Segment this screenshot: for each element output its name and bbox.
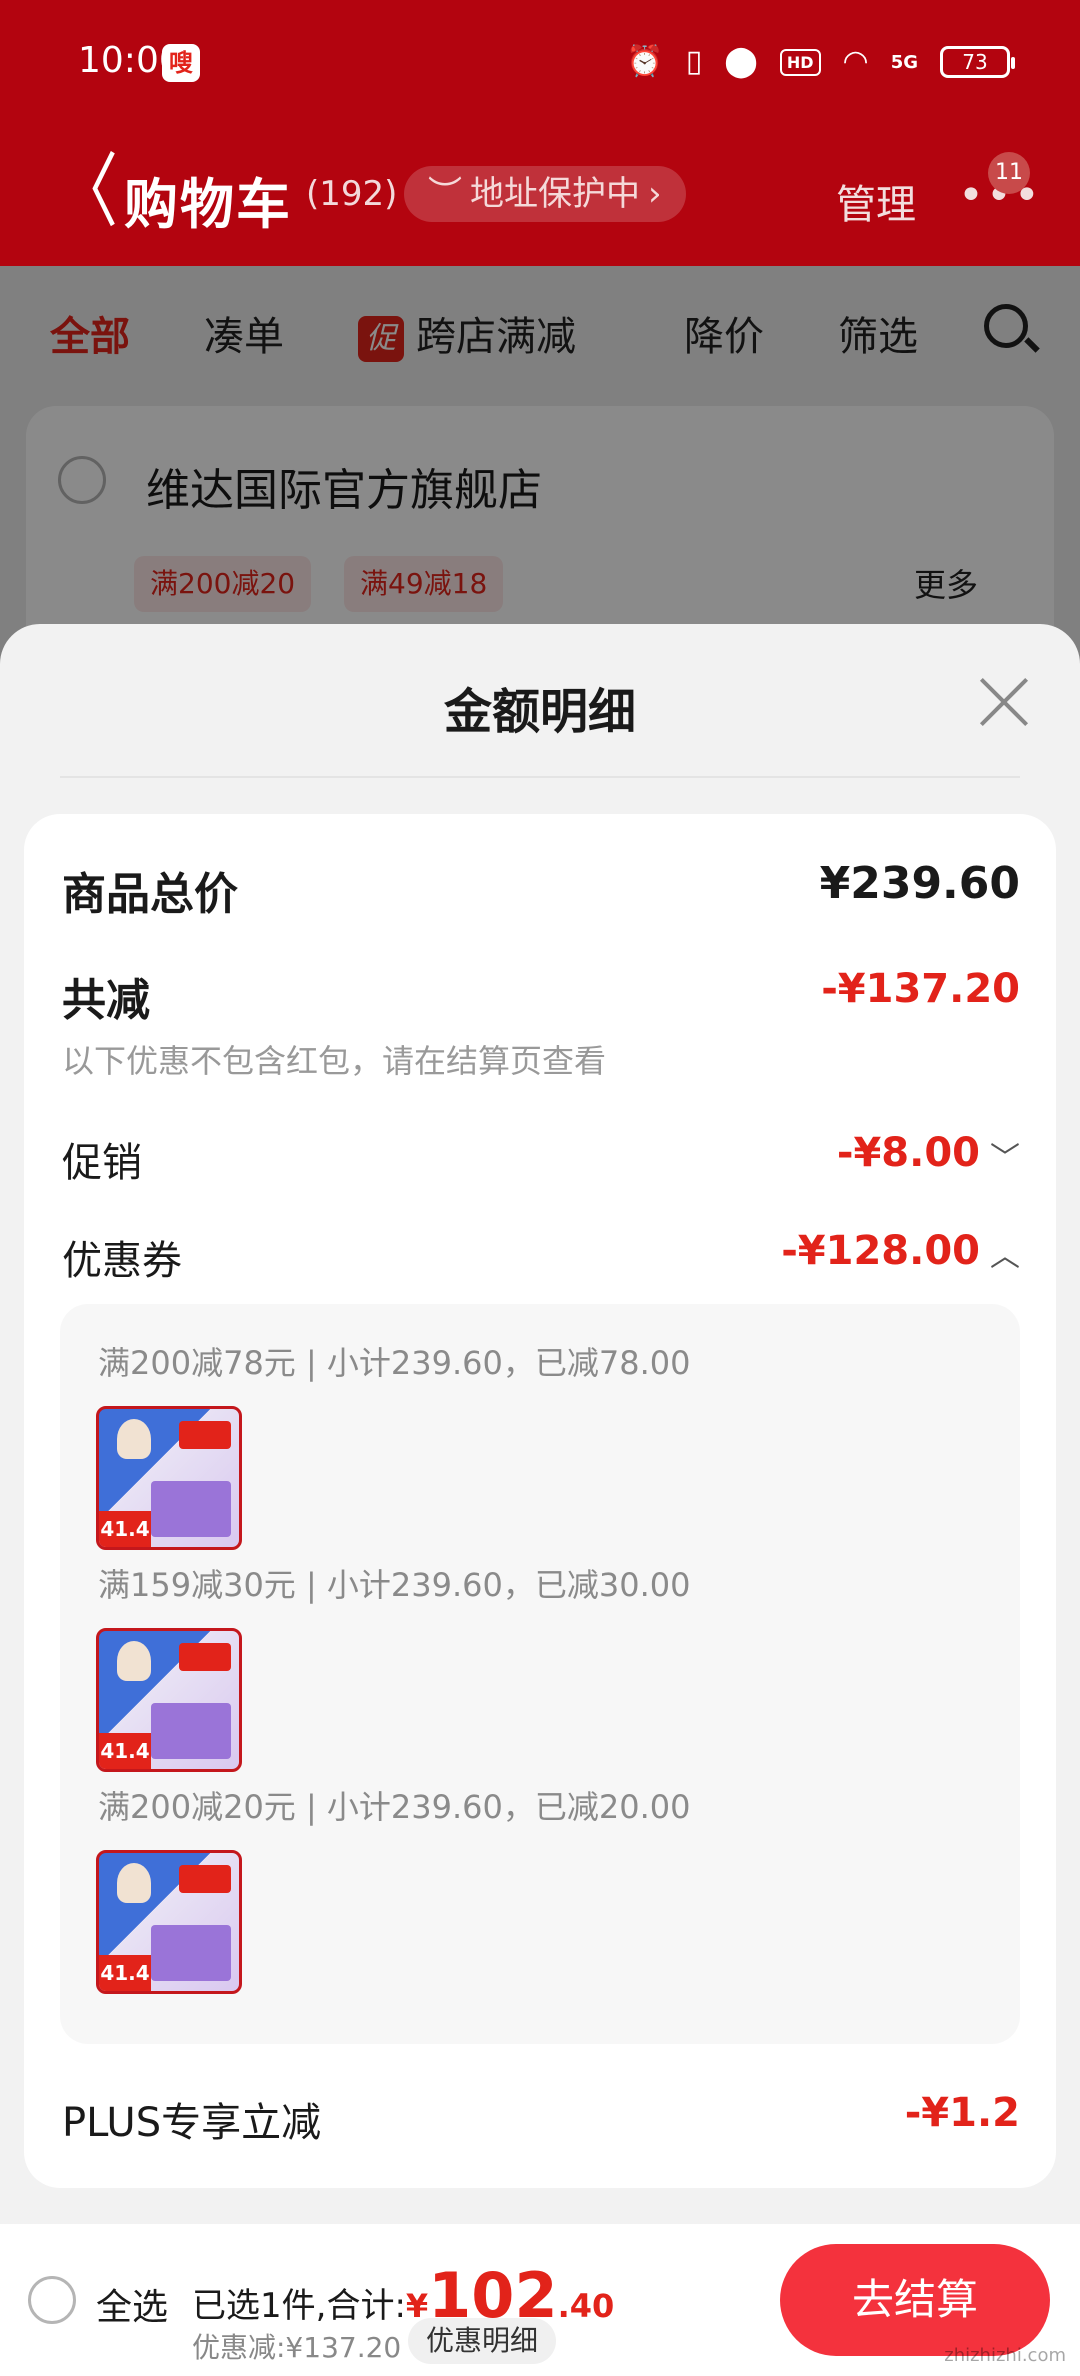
checkout-button[interactable]: 去结算 <box>780 2244 1050 2356</box>
vibrate-icon: ▯ <box>685 44 703 79</box>
total-integer: 102 <box>428 2259 558 2332</box>
close-icon[interactable] <box>974 672 1034 732</box>
coupon-row[interactable]: -¥128.00 ︿ <box>781 1228 1020 1275</box>
thumb-banner <box>179 1865 231 1893</box>
address-protection-pill[interactable]: ︶ 地址保护中 › <box>404 166 686 222</box>
total-price-label: 商品总价 <box>62 869 238 920</box>
status-icons: ⏰ ▯ ⬤ HD ◠ 5G 73 <box>626 42 1015 82</box>
product-thumbnail[interactable]: 41.4 <box>96 1628 242 1772</box>
product-thumbnail[interactable]: 41.4 <box>96 1406 242 1550</box>
thumb-banner <box>179 1643 231 1671</box>
discount-detail-button[interactable]: 优惠明细 <box>408 2318 557 2364</box>
thumb-model <box>117 1863 151 1903</box>
coupon-value: -¥128.00 <box>781 1228 980 1274</box>
app-notification-icon: 嗖 <box>162 44 200 82</box>
address-protection-label: 地址保护中 <box>470 174 640 214</box>
plus-label: PLUS专享立减 <box>62 2100 322 2146</box>
page-title: 购物车 <box>124 173 292 236</box>
thumb-model <box>117 1641 151 1681</box>
checkout-bar: 全选 已选1件,合计: ¥ 102 .40 优惠减:¥137.20 优惠明细 去… <box>0 2224 1080 2376</box>
coupon-detail-box: 满200减78元 | 小计239.60，已减78.00 41.4 满159减30… <box>60 1304 1020 2044</box>
cart-count: (192) <box>306 174 398 214</box>
alarm-icon: ⏰ <box>626 44 664 79</box>
thumb-banner <box>179 1421 231 1449</box>
coupon-detail-line: 满200减78元 | 小计239.60，已减78.00 <box>98 1344 691 1382</box>
manage-button[interactable]: 管理 <box>836 172 916 230</box>
chevron-down-icon: ﹀ <box>990 1141 1020 1176</box>
sheet-title: 金额明细 <box>443 684 636 740</box>
thumb-price: 41.4 <box>99 1511 151 1547</box>
divider <box>60 776 1020 778</box>
thumb-product <box>151 1481 231 1537</box>
total-reduce-value: -¥137.20 <box>821 966 1020 1012</box>
amount-detail-card: 商品总价 ¥239.60 共减 -¥137.20 以下优惠不包含红包，请在结算页… <box>24 814 1056 2188</box>
select-all-label[interactable]: 全选 <box>96 2278 168 2330</box>
wifi-icon: ◠ <box>842 44 869 79</box>
total-decimal: .40 <box>557 2287 615 2325</box>
selected-total: 已选1件,合计: ¥ 102 .40 <box>192 2259 615 2332</box>
chevron-right-icon: › <box>648 174 662 214</box>
plus-value: -¥1.2 <box>904 2090 1020 2136</box>
status-bar: 10:00 嗖 ⏰ ▯ ⬤ HD ◠ 5G 73 <box>0 0 1080 128</box>
select-all-radio[interactable] <box>28 2276 76 2324</box>
back-icon[interactable]: 〈 <box>56 151 118 232</box>
product-thumbnail[interactable]: 41.4 <box>96 1850 242 1994</box>
coupon-detail-line: 满200减20元 | 小计239.60，已减20.00 <box>98 1788 691 1826</box>
cart-header: 〈 购物车 (192) ︶ 地址保护中 › 管理 ••• 11 <box>0 128 1080 266</box>
thumb-product <box>151 1703 231 1759</box>
promo-row[interactable]: -¥8.00 ﹀ <box>837 1130 1020 1177</box>
battery-icon: 73 <box>940 46 1015 78</box>
location-icon: ⬤ <box>724 44 758 79</box>
thumb-model <box>117 1419 151 1459</box>
amount-detail-sheet: 金额明细 商品总价 ¥239.60 共减 -¥137.20 以下优惠不包含红包，… <box>0 624 1080 2376</box>
message-badge: 11 <box>988 152 1030 194</box>
watermark: zhizhizhi.com <box>944 2345 1066 2366</box>
coupon-detail-line: 满159减30元 | 小计239.60，已减30.00 <box>98 1566 691 1604</box>
signal-icon: 5G <box>890 51 918 73</box>
hd-icon: HD <box>779 48 821 76</box>
total-reduce-label: 共减 <box>62 975 150 1026</box>
coupon-label: 优惠券 <box>62 1238 182 1284</box>
thumb-product <box>151 1925 231 1981</box>
total-price-value: ¥239.60 <box>819 858 1020 909</box>
eye-closed-icon: ︶ <box>428 174 462 214</box>
promo-value: -¥8.00 <box>836 1130 980 1176</box>
chevron-up-icon: ︿ <box>990 1239 1020 1274</box>
promo-label: 促销 <box>62 1140 142 1186</box>
reduce-note: 以下优惠不包含红包，请在结算页查看 <box>62 1042 607 1080</box>
thumb-price: 41.4 <box>99 1955 151 1991</box>
selected-prefix: 已选1件,合计: <box>192 2286 406 2326</box>
thumb-price: 41.4 <box>99 1733 151 1769</box>
discount-summary: 优惠减:¥137.20 <box>192 2331 402 2364</box>
